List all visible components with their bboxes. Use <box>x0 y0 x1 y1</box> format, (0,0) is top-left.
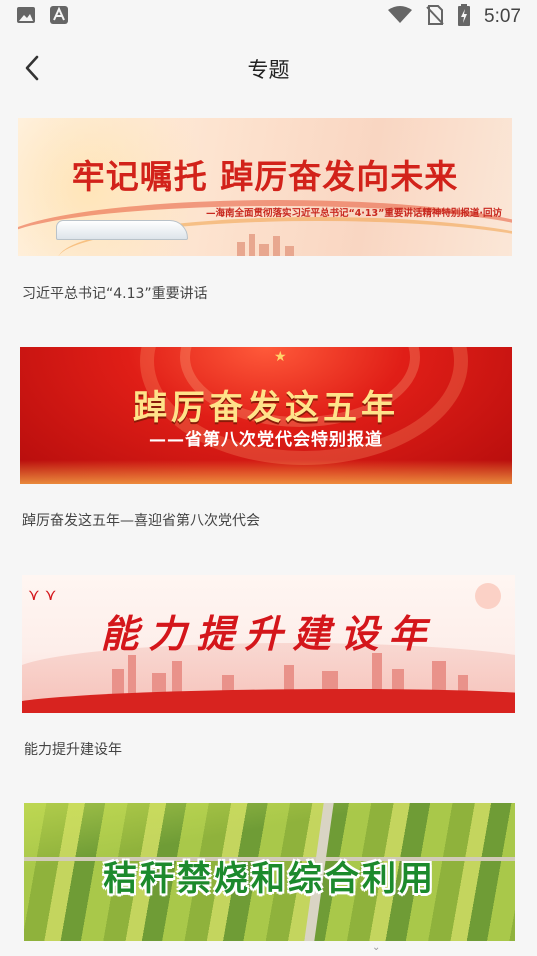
a-notification-icon <box>50 6 68 28</box>
banner-headline: 踔厉奋发这五年 <box>133 388 399 428</box>
banner-subtitle: —海南全面贯彻落实习近平总书记“4·13”重要讲话精神特别报道·回访 <box>205 208 502 219</box>
topic-banner[interactable]: ⋎ ⋎ 能力提升建设年 <box>22 575 515 713</box>
no-sim-icon <box>426 5 444 29</box>
banner-headline: 牢记嘱托 踔厉奋发向未来 <box>71 157 459 196</box>
topic-banner[interactable]: 秸秆禁烧和综合利用 <box>24 803 515 941</box>
topic-caption: 能力提升建设年 <box>24 742 122 758</box>
page-title: 专题 <box>247 58 290 82</box>
topic-banner[interactable]: 牢记嘱托 踔厉奋发向未来 —海南全面贯彻落实习近平总书记“4·13”重要讲话精神… <box>18 118 512 256</box>
banner-headline: 能力提升建设年 <box>100 611 437 656</box>
battery-charging-icon <box>458 4 471 30</box>
topic-caption: 习近平总书记“4.13”重要讲话 <box>22 286 208 302</box>
wifi-icon <box>388 6 413 28</box>
birds-icon: ⋎ ⋎ <box>28 585 57 604</box>
skyline-illustration <box>233 232 353 256</box>
star-icon: ★ <box>274 349 287 365</box>
topic-banner[interactable]: ★ 踔厉奋发这五年 ——省第八次党代会特别报道 <box>20 347 512 484</box>
status-bar: 5:07 <box>0 0 537 34</box>
status-time: 5:07 <box>484 6 521 27</box>
chevron-down-icon: ⌄ <box>372 942 381 953</box>
nav-bar: 专题 <box>0 40 537 96</box>
train-illustration <box>56 220 188 240</box>
image-icon <box>16 6 36 28</box>
banner-headline: 秸秆禁烧和综合利用 <box>103 859 436 899</box>
banner-subtitle: ——省第八次党代会特别报道 <box>149 430 383 450</box>
topic-caption: 踔厉奋发这五年—喜迎省第八次党代会 <box>22 513 260 529</box>
